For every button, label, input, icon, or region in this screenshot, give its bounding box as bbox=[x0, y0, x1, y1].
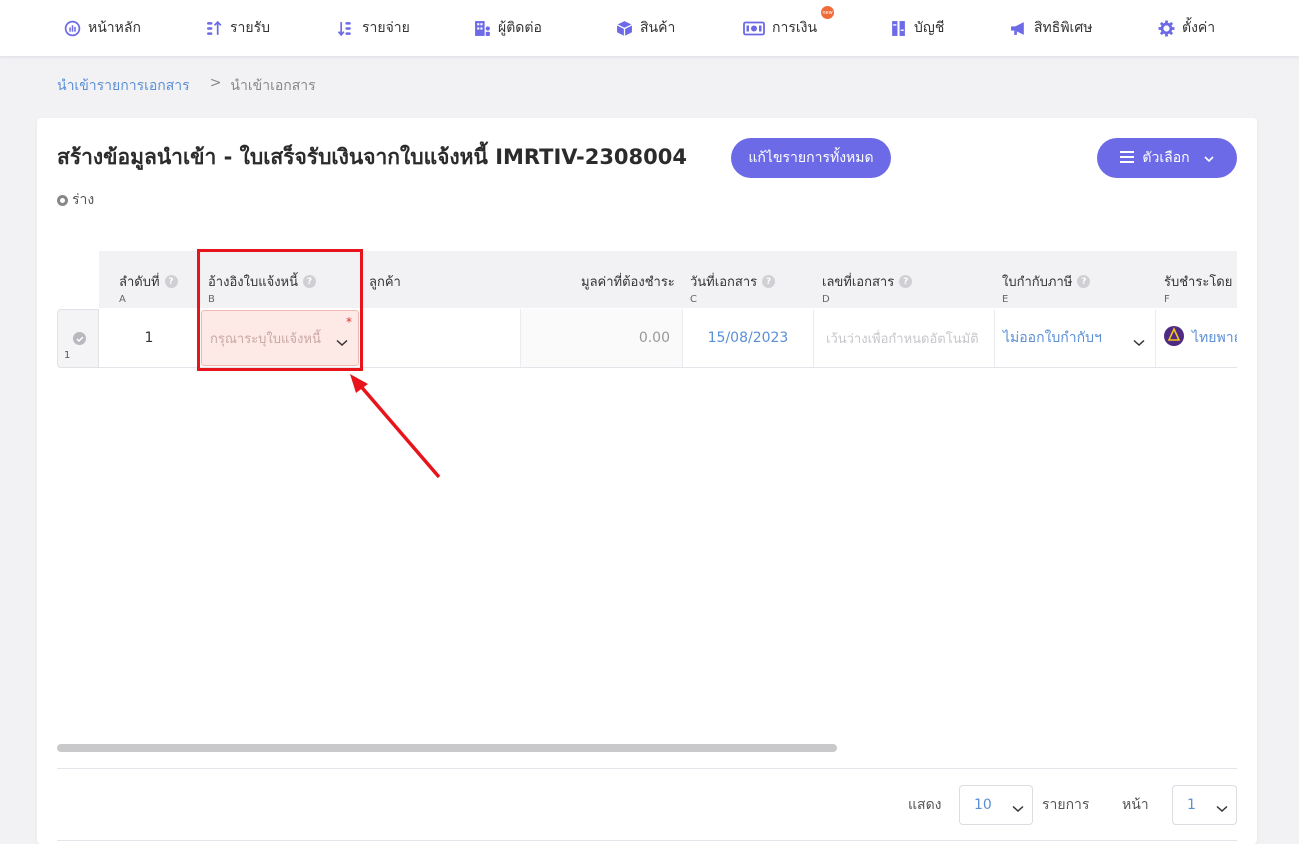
chevron-down-icon bbox=[1133, 335, 1145, 347]
income-icon bbox=[206, 20, 223, 37]
main-card: สร้างข้อมูลนำเข้า - ใบเสร็จรับเงินจากใบแ… bbox=[37, 118, 1257, 844]
nav-item-finance[interactable]: การเงิน new bbox=[743, 6, 834, 39]
row-header[interactable]: 1 bbox=[57, 309, 99, 368]
horizontal-scrollbar[interactable] bbox=[57, 744, 837, 752]
column-header-doc-date: วันที่เอกสาร? C bbox=[690, 251, 820, 308]
column-header-customer: ลูกค้า bbox=[369, 251, 519, 308]
per-page-value: 10 bbox=[974, 797, 992, 813]
divider bbox=[57, 840, 1237, 841]
menu-icon bbox=[1120, 150, 1135, 166]
top-navigation: หน้าหลัก รายรับ รายจ่าย ผู้ติดต่อ สินค้า… bbox=[0, 0, 1299, 57]
cell-customer[interactable] bbox=[360, 309, 521, 367]
cell-amount-due: 0.00 bbox=[521, 309, 683, 367]
money-icon bbox=[743, 20, 765, 37]
gear-icon bbox=[1158, 20, 1175, 37]
nav-label: การเงิน bbox=[772, 20, 818, 36]
help-icon[interactable]: ? bbox=[164, 275, 178, 288]
edit-all-button[interactable]: แก้ไขรายการทั้งหมด bbox=[731, 138, 891, 178]
paid-by-select[interactable]: ไทยพาณิชย์ bbox=[1156, 309, 1237, 367]
megaphone-icon bbox=[1010, 20, 1027, 37]
box-icon bbox=[616, 20, 633, 37]
bank-logo-icon bbox=[1164, 326, 1184, 350]
help-icon[interactable]: ? bbox=[762, 275, 776, 288]
contacts-icon bbox=[474, 20, 491, 37]
chevron-down-icon bbox=[1216, 801, 1228, 813]
cell-seq: 1 bbox=[99, 309, 200, 367]
help-icon[interactable]: ? bbox=[1077, 275, 1091, 288]
column-header-tax-invoice: ใบกำกับภาษี? E bbox=[1002, 251, 1162, 308]
column-label: ลำดับที่ bbox=[119, 275, 160, 290]
doc-date-input[interactable]: 15/08/2023 bbox=[683, 309, 814, 367]
nav-item-privileges[interactable]: สิทธิพิเศษ bbox=[1010, 17, 1092, 39]
page-title: สร้างข้อมูลนำเข้า - ใบเสร็จรับเงินจากใบแ… bbox=[57, 145, 687, 169]
status-label: ร่าง bbox=[72, 192, 95, 208]
nav-item-income[interactable]: รายรับ bbox=[206, 17, 270, 39]
new-badge: new bbox=[821, 6, 834, 19]
column-label: เลขที่เอกสาร bbox=[822, 275, 895, 290]
status-dot-icon bbox=[57, 194, 68, 206]
nav-label: ตั้งค่า bbox=[1182, 20, 1216, 36]
column-letter: D bbox=[822, 294, 830, 305]
page-label: หน้า bbox=[1122, 797, 1149, 813]
column-letter: F bbox=[1164, 294, 1170, 305]
nav-label: บัญชี bbox=[914, 20, 945, 36]
nav-item-home[interactable]: หน้าหลัก bbox=[64, 17, 141, 39]
column-label: ลูกค้า bbox=[369, 275, 401, 290]
page-select[interactable]: 1 bbox=[1172, 785, 1237, 825]
items-label: รายการ bbox=[1042, 797, 1090, 813]
column-label: มูลค่าที่ต้องชำระ bbox=[581, 275, 675, 290]
options-label: ตัวเลือก bbox=[1142, 149, 1190, 165]
nav-label: รายรับ bbox=[230, 20, 270, 36]
column-label: รับชำระโดย bbox=[1164, 275, 1233, 290]
divider bbox=[57, 768, 1237, 769]
options-button[interactable]: ตัวเลือก bbox=[1097, 138, 1237, 178]
ledger-icon bbox=[890, 20, 907, 37]
nav-label: ผู้ติดต่อ bbox=[498, 20, 542, 36]
chevron-down-icon bbox=[1204, 150, 1214, 166]
nav-label: หน้าหลัก bbox=[88, 20, 141, 36]
row-number: 1 bbox=[64, 350, 71, 361]
column-letter: C bbox=[690, 294, 697, 305]
per-page-select[interactable]: 10 bbox=[959, 785, 1033, 825]
show-label: แสดง bbox=[908, 797, 942, 813]
nav-item-contacts[interactable]: ผู้ติดต่อ bbox=[474, 17, 542, 39]
nav-label: สินค้า bbox=[640, 20, 676, 36]
tax-invoice-select[interactable]: ไม่ออกใบกำกับฯ bbox=[995, 309, 1156, 367]
tax-invoice-value: ไม่ออกใบกำกับฯ bbox=[1003, 330, 1102, 346]
nav-label: สิทธิพิเศษ bbox=[1034, 20, 1093, 36]
nav-label: รายจ่าย bbox=[362, 20, 410, 36]
dashboard-icon bbox=[64, 20, 81, 37]
column-letter: E bbox=[1002, 294, 1009, 305]
doc-no-input[interactable]: เว้นว่างเพื่อกำหนดอัตโนมัติ bbox=[814, 309, 995, 367]
nav-item-expense[interactable]: รายจ่าย bbox=[338, 17, 410, 39]
nav-item-products[interactable]: สินค้า bbox=[616, 17, 675, 39]
column-label: วันที่เอกสาร bbox=[690, 275, 758, 290]
highlight-box bbox=[197, 249, 363, 371]
column-label: ใบกำกับภาษี bbox=[1002, 275, 1073, 290]
page-value: 1 bbox=[1187, 797, 1196, 813]
column-header-paid-by: รับชำระโดย F bbox=[1164, 251, 1237, 308]
breadcrumb-current: นำเข้าเอกสาร bbox=[230, 78, 316, 94]
status-badge: ร่าง bbox=[57, 189, 94, 211]
chevron-down-icon bbox=[1012, 801, 1024, 813]
check-circle-icon[interactable] bbox=[73, 332, 86, 345]
breadcrumb-separator: > bbox=[209, 75, 222, 91]
breadcrumb: นำเข้ารายการเอกสาร > นำเข้าเอกสาร bbox=[57, 75, 316, 97]
nav-item-accounting[interactable]: บัญชี bbox=[890, 17, 944, 39]
expense-icon bbox=[338, 20, 355, 37]
column-header-doc-no: เลขที่เอกสาร? D bbox=[822, 251, 1002, 308]
breadcrumb-parent-link[interactable]: นำเข้ารายการเอกสาร bbox=[57, 75, 190, 97]
paid-by-value: ไทยพาณิชย์ bbox=[1192, 330, 1237, 346]
nav-item-settings[interactable]: ตั้งค่า bbox=[1158, 17, 1215, 39]
help-icon[interactable]: ? bbox=[899, 275, 913, 288]
